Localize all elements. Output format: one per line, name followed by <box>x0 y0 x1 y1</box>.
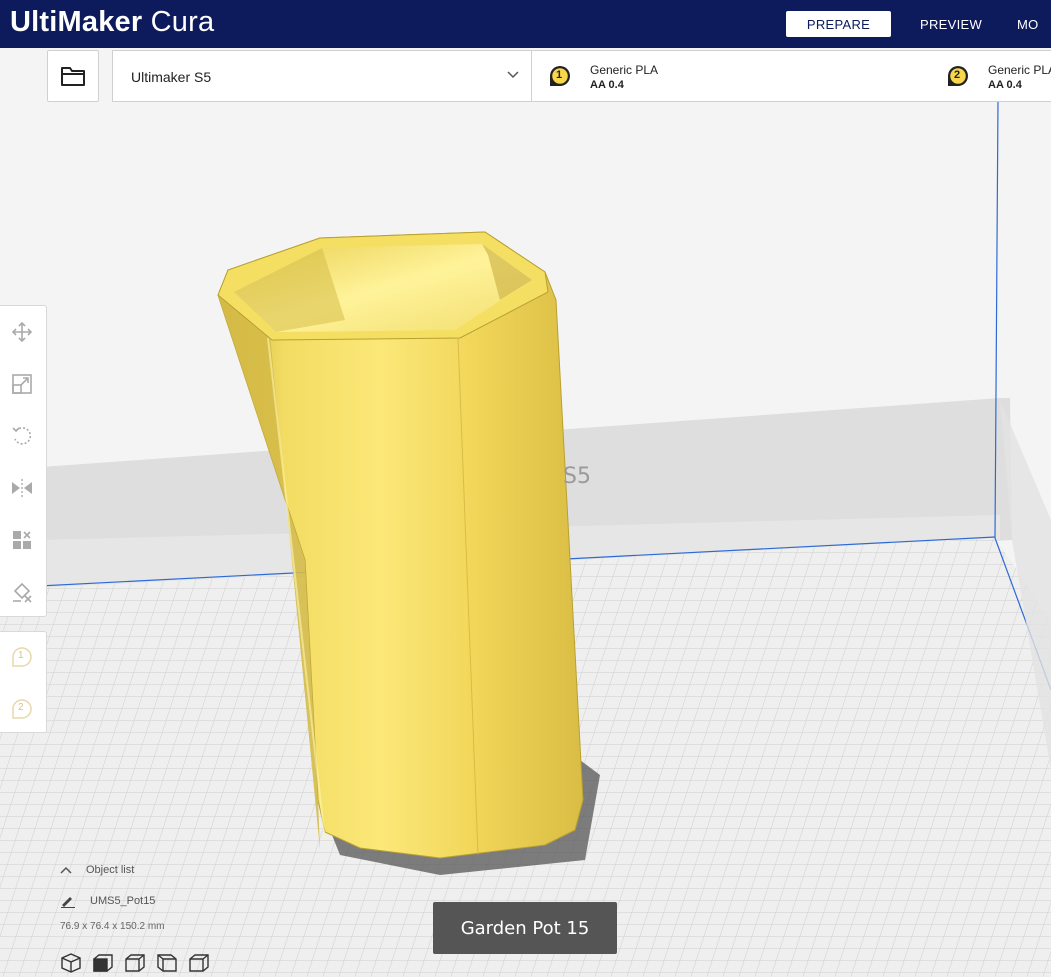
top-bar: UltiMaker Cura PREPARE PREVIEW MO <box>0 0 1051 48</box>
support-blocker-button[interactable] <box>9 579 35 605</box>
view-3d-icon[interactable] <box>60 952 82 974</box>
plate-label: S5 <box>563 464 591 489</box>
per-model-settings-icon <box>13 531 31 549</box>
3d-viewport[interactable]: S5 <box>0 48 1051 977</box>
view-right-icon[interactable] <box>188 952 210 974</box>
tab-preview[interactable]: PREVIEW <box>891 11 1011 37</box>
view-front-icon[interactable] <box>92 952 114 974</box>
object-list-toggle[interactable]: Object list <box>60 864 134 876</box>
mirror-tool-button[interactable] <box>9 475 35 501</box>
extruder-1-config[interactable]: 1 Generic PLA AA 0.4 <box>545 51 935 101</box>
object-list-label: Object list <box>86 864 135 876</box>
app-logo: UltiMaker Cura <box>10 6 214 39</box>
rotate-icon <box>12 427 32 445</box>
object-name: UMS5_Pot15 <box>90 895 156 907</box>
extruder-2-config[interactable]: 2 Generic PLA AA 0.4 <box>943 51 1051 101</box>
pencil-icon <box>61 897 75 908</box>
object-name-row[interactable]: UMS5_Pot15 <box>60 894 155 908</box>
view-left-icon[interactable] <box>156 952 178 974</box>
extruder-panel-1-label: 1 <box>18 650 24 661</box>
extruder-2-button[interactable]: 2 <box>9 696 35 722</box>
chevron-up-icon <box>60 866 72 874</box>
extruder-1-button[interactable]: 1 <box>9 644 35 670</box>
model-tooltip: Garden Pot 15 <box>433 902 617 954</box>
logo-space <box>142 6 150 38</box>
extruder-panel: 1 2 <box>0 631 47 733</box>
support-blocker-icon <box>13 582 32 603</box>
move-icon <box>11 321 33 343</box>
build-volume-scene <box>0 48 1051 977</box>
printer-selector[interactable]: Ultimaker S5 <box>113 51 532 101</box>
extruder-panel-2-label: 2 <box>18 702 24 713</box>
mirror-icon <box>12 479 32 497</box>
extruder-2-material: Generic PLA <box>988 63 1051 77</box>
extruder-1-core: AA 0.4 <box>590 79 624 91</box>
chevron-down-icon <box>507 71 519 79</box>
per-model-settings-button[interactable] <box>9 527 35 553</box>
tool-panel <box>0 305 47 617</box>
rotate-tool-button[interactable] <box>9 423 35 449</box>
object-dimensions: 76.9 x 76.4 x 150.2 mm <box>60 921 165 932</box>
extruder-2-core: AA 0.4 <box>988 79 1022 91</box>
extruder-1-number: 1 <box>556 69 563 81</box>
printer-name: Ultimaker S5 <box>131 69 212 85</box>
move-tool-button[interactable] <box>9 319 35 345</box>
folder-icon <box>61 67 85 86</box>
open-file-button[interactable] <box>47 50 99 102</box>
extruder-1-material: Generic PLA <box>590 63 659 77</box>
tab-monitor[interactable]: MO <box>1011 11 1051 37</box>
logo-product: Cura <box>150 6 215 38</box>
extruder-2-number: 2 <box>954 69 961 81</box>
view-top-icon[interactable] <box>124 952 146 974</box>
logo-brand: UltiMaker <box>10 6 143 38</box>
view-orientation-buttons <box>60 952 210 974</box>
tab-prepare[interactable]: PREPARE <box>786 11 891 37</box>
printer-bar: Ultimaker S5 1 Generic PLA AA 0.4 2 Gene… <box>112 50 1051 102</box>
stage-tabs: PREPARE PREVIEW MO <box>786 11 1051 37</box>
scale-icon <box>12 374 32 394</box>
scale-tool-button[interactable] <box>9 371 35 397</box>
